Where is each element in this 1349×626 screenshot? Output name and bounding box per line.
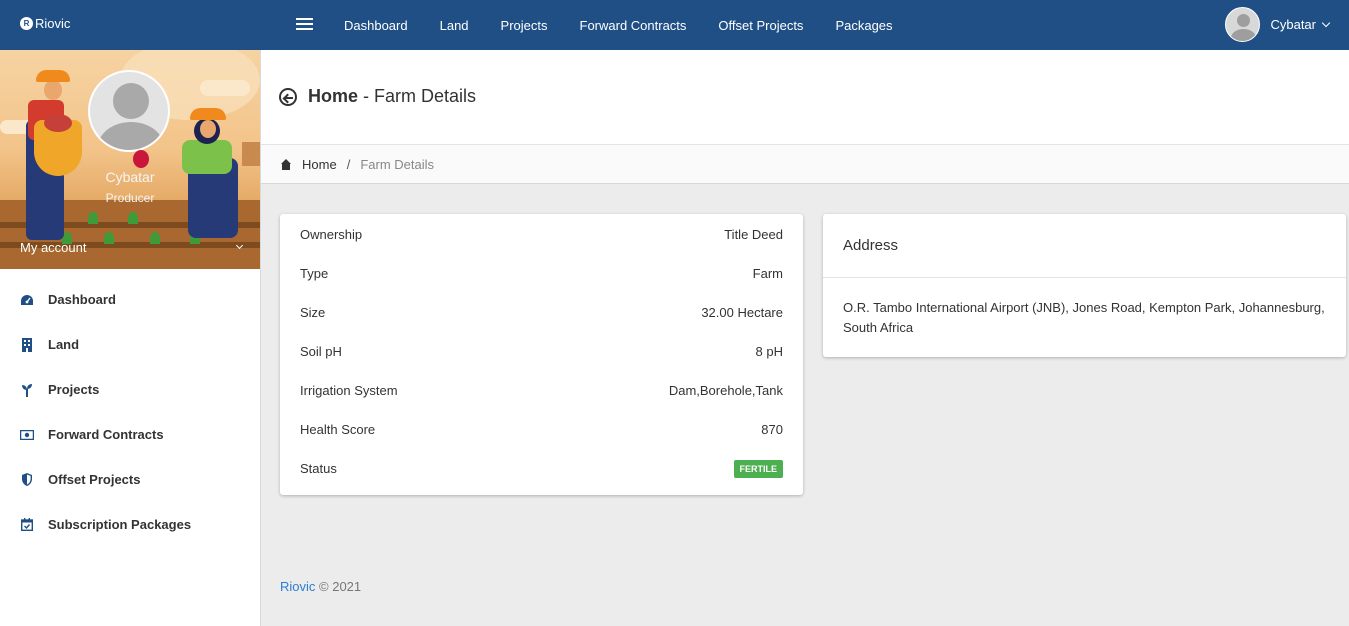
building-icon (20, 337, 34, 352)
breadcrumb-home-link[interactable]: Home (302, 157, 337, 172)
footer-copyright: © 2021 (319, 579, 362, 594)
breadcrumb-separator: / (346, 156, 351, 172)
nav-link-forward-contracts[interactable]: Forward Contracts (564, 18, 703, 33)
sidebar-item-dashboard[interactable]: Dashboard (0, 277, 260, 322)
sidebar-item-label: Projects (48, 382, 100, 397)
detail-label: Ownership (300, 227, 363, 242)
nav-link-packages[interactable]: Packages (819, 18, 908, 33)
hamburger-menu-icon[interactable] (296, 18, 313, 32)
farm-details-card: Ownership Title Deed Type Farm Size 32.0… (280, 214, 803, 495)
nav-link-projects[interactable]: Projects (485, 18, 564, 33)
top-nav-links: Dashboard Land Projects Forward Contract… (328, 0, 909, 50)
address-text: O.R. Tambo International Airport (JNB), … (843, 300, 1325, 335)
detail-value: Dam,Borehole,Tank (668, 383, 783, 398)
detail-row-type: Type Farm (300, 254, 783, 293)
chevron-down-icon (1321, 18, 1331, 27)
calendar-check-icon (20, 518, 34, 532)
nav-link-land[interactable]: Land (424, 18, 485, 33)
detail-label: Size (300, 305, 326, 320)
my-account-toggle[interactable]: My account (20, 240, 244, 255)
sidebar-menu: Dashboard Land Projects Forward Contract… (0, 277, 260, 547)
profile-banner: Cybatar Producer My account (0, 50, 260, 269)
page-title-rest: - Farm Details (358, 86, 477, 106)
detail-value: Farm (752, 266, 783, 281)
address-title: Address (823, 214, 1346, 278)
detail-row-size: Size 32.00 Hectare (300, 293, 783, 332)
sidebar: Cybatar Producer My account Dashboard La… (0, 50, 261, 626)
detail-value: Title Deed (724, 227, 783, 242)
detail-value: 8 pH (755, 344, 783, 359)
detail-label: Health Score (300, 422, 376, 437)
sidebar-item-land[interactable]: Land (0, 322, 260, 367)
back-arrow-icon[interactable] (279, 88, 297, 106)
user-menu[interactable]: Cybatar (1225, 7, 1331, 42)
sidebar-item-forward-contracts[interactable]: Forward Contracts (0, 412, 260, 457)
nav-link-dashboard[interactable]: Dashboard (328, 18, 424, 33)
detail-value: 32.00 Hectare (701, 305, 783, 320)
shield-icon (20, 473, 34, 487)
sidebar-item-label: Land (48, 337, 80, 352)
detail-label: Type (300, 266, 329, 281)
sidebar-item-label: Forward Contracts (48, 427, 164, 442)
chevron-down-icon (235, 241, 244, 250)
page-title: Home - Farm Details (308, 86, 476, 107)
page-title-home: Home (308, 86, 359, 106)
footer-brand-link[interactable]: Riovic (280, 579, 315, 594)
detail-row-ownership: Ownership Title Deed (300, 215, 783, 254)
detail-label: Irrigation System (300, 383, 398, 398)
nav-link-offset-projects[interactable]: Offset Projects (702, 18, 819, 33)
detail-label: Soil pH (300, 344, 342, 359)
address-card: Address O.R. Tambo International Airport… (823, 214, 1346, 357)
detail-label: Status (300, 461, 337, 476)
detail-row-health-score: Health Score 870 (300, 410, 783, 449)
detail-value: 870 (761, 422, 783, 437)
profile-name: Cybatar (105, 169, 155, 185)
detail-row-soil-ph: Soil pH 8 pH (300, 332, 783, 371)
home-icon (280, 158, 292, 170)
sidebar-item-projects[interactable]: Projects (0, 367, 260, 412)
my-account-label: My account (20, 240, 87, 255)
sidebar-item-subscription-packages[interactable]: Subscription Packages (0, 502, 260, 547)
user-name: Cybatar (1270, 17, 1316, 32)
sidebar-item-label: Dashboard (48, 292, 116, 307)
sidebar-item-label: Offset Projects (48, 472, 141, 487)
detail-row-status: Status FERTILE (300, 449, 783, 488)
detail-row-irrigation-system: Irrigation System Dam,Borehole,Tank (300, 371, 783, 410)
footer: Riovic © 2021 (280, 579, 361, 594)
basket-illustration (34, 114, 82, 176)
money-bill-icon (20, 428, 34, 442)
top-navbar: R Riovic Dashboard Land Projects Forward… (0, 0, 1349, 50)
sidebar-item-label: Subscription Packages (48, 517, 192, 532)
profile-avatar[interactable] (88, 70, 170, 152)
brand-logo-icon: R (20, 17, 33, 30)
brand[interactable]: R Riovic (20, 16, 70, 31)
page-header: Home - Farm Details (261, 50, 1349, 144)
avatar (1225, 7, 1261, 42)
profile-role: Producer (105, 191, 155, 205)
seedling-icon (20, 383, 34, 397)
sidebar-item-offset-projects[interactable]: Offset Projects (0, 457, 260, 502)
brand-name: Riovic (35, 16, 71, 31)
status-badge: FERTILE (733, 459, 783, 478)
breadcrumb-current: Farm Details (360, 156, 434, 172)
dashboard-icon (20, 293, 34, 307)
breadcrumb: Home / Farm Details (261, 144, 1349, 184)
